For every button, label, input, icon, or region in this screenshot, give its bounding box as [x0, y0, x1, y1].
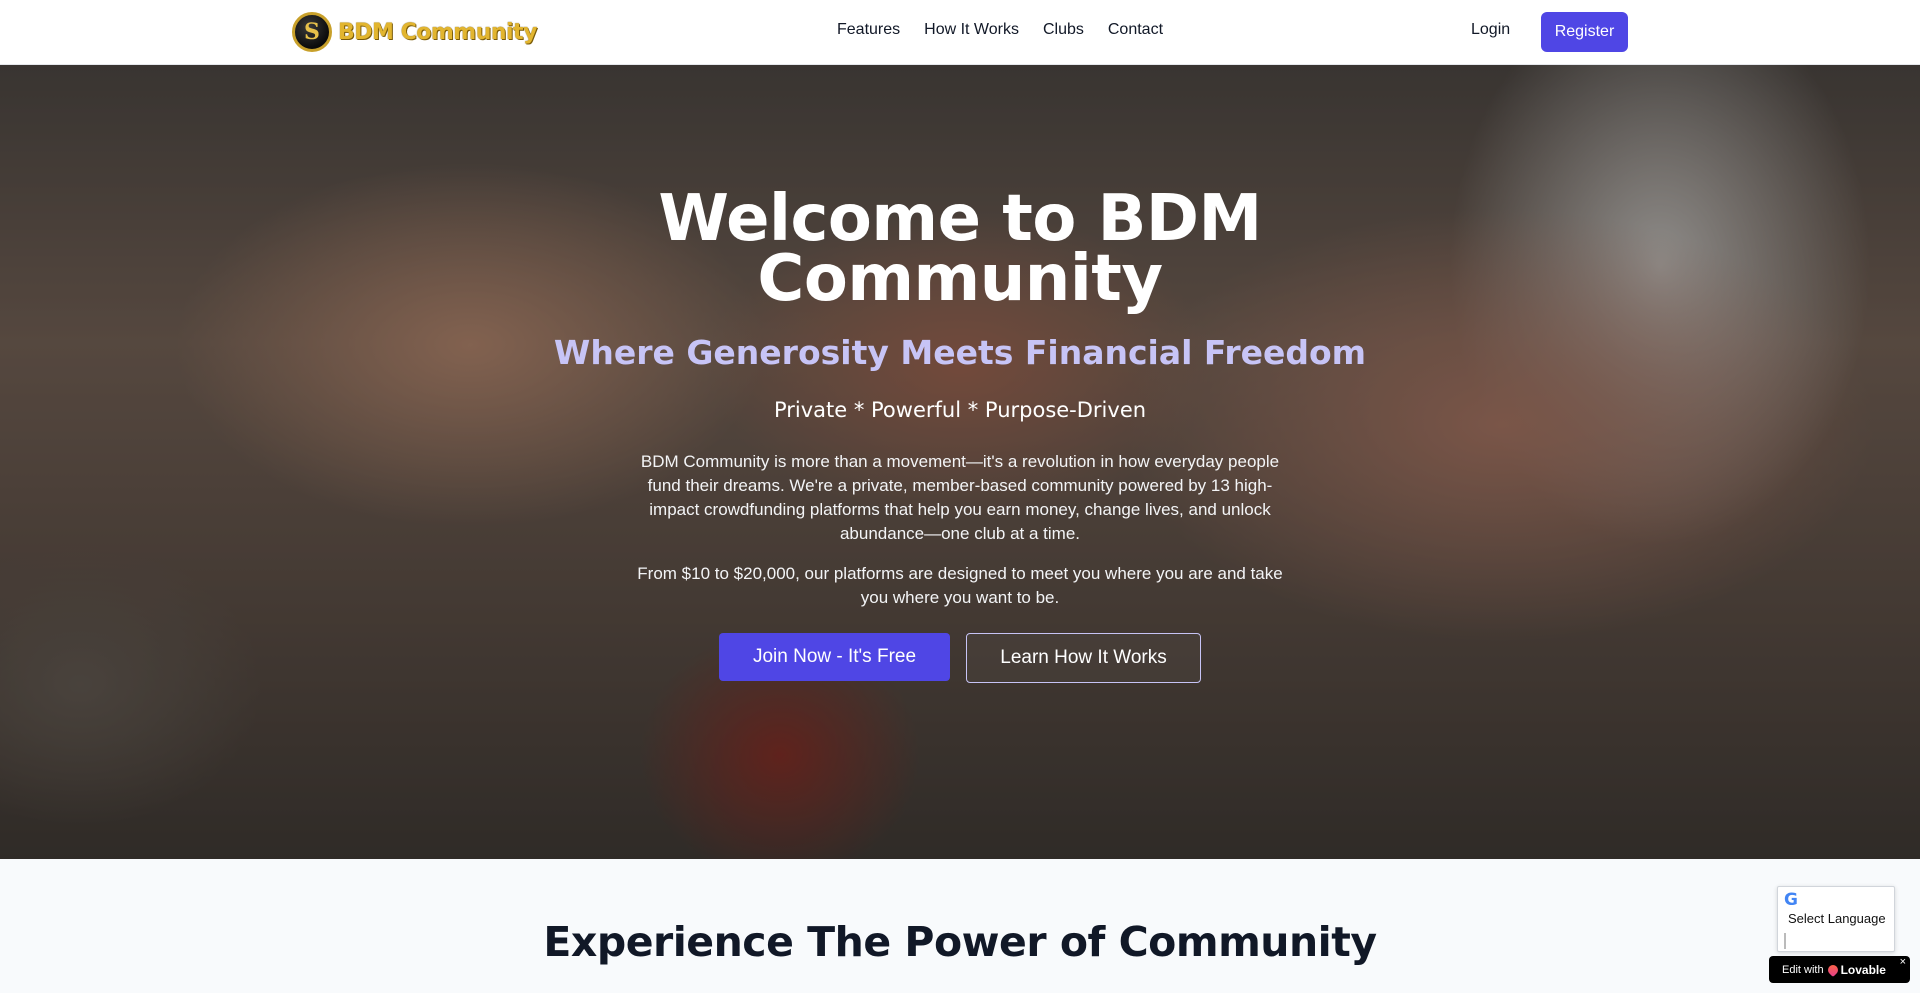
hero-subtitle: Where Generosity Meets Financial Freedom: [553, 333, 1367, 372]
google-icon: G: [1784, 890, 1798, 910]
lovable-brand-text: Lovable: [1840, 962, 1886, 977]
section-title: Experience The Power of Community: [543, 918, 1377, 966]
edit-with-lovable-badge[interactable]: Edit with Lovable ×: [1769, 956, 1910, 983]
logo-coin-icon: S: [292, 12, 332, 52]
main-nav: Features How It Works Clubs Contact: [837, 21, 1163, 39]
community-section: Experience The Power of Community: [0, 859, 1920, 993]
hero-section: Welcome to BDM Community Where Generosit…: [0, 65, 1920, 859]
hero-tagline: Private * Powerful * Purpose-Driven: [773, 398, 1147, 422]
lovable-brand: Lovable: [1825, 962, 1886, 977]
language-selector[interactable]: G Select Language: [1777, 886, 1895, 952]
logo[interactable]: S BDM Community: [292, 12, 537, 52]
heart-icon: [1825, 962, 1840, 977]
join-now-button[interactable]: Join Now - It's Free: [719, 633, 950, 681]
nav-link-contact[interactable]: Contact: [1108, 21, 1163, 39]
nav-link-how-it-works[interactable]: How It Works: [924, 21, 1019, 39]
hero-description: BDM Community is more than a movement—it…: [640, 452, 1280, 543]
select-language-label[interactable]: Select Language: [1788, 911, 1886, 926]
login-link[interactable]: Login: [1471, 21, 1510, 39]
site-header: S BDM Community Features How It Works Cl…: [0, 0, 1920, 65]
logo-text: BDM Community: [338, 19, 537, 45]
logo-mark: S: [304, 19, 320, 45]
close-icon[interactable]: ×: [1900, 956, 1906, 968]
language-dropdown[interactable]: [1784, 933, 1786, 949]
nav-link-clubs[interactable]: Clubs: [1043, 21, 1084, 39]
lovable-prefix: Edit with: [1782, 963, 1824, 976]
learn-how-it-works-button[interactable]: Learn How It Works: [966, 633, 1201, 683]
nav-link-features[interactable]: Features: [837, 21, 900, 39]
hero-range-text: From $10 to $20,000, our platforms are d…: [637, 564, 1283, 607]
register-button[interactable]: Register: [1541, 12, 1628, 52]
hero-title: Welcome to BDM Community: [658, 182, 1262, 316]
